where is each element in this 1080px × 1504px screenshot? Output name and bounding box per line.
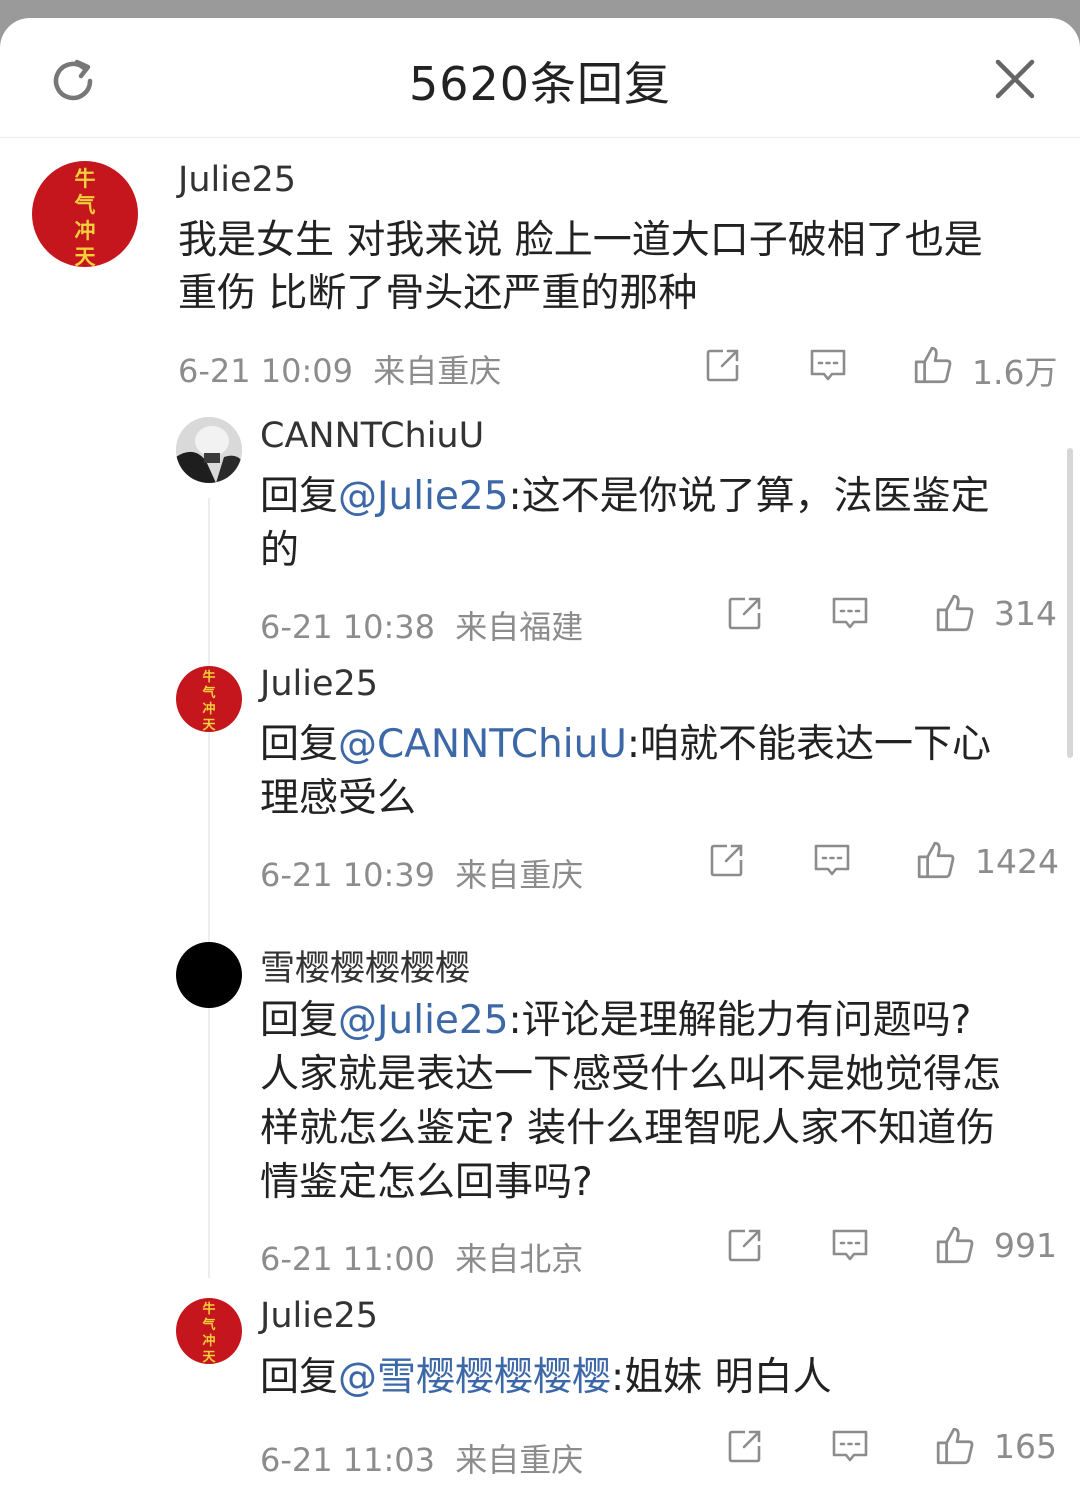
- reply-text-line: 的: [260, 528, 300, 573]
- like-count: 1.6万: [972, 353, 1058, 392]
- avatar-glyph: 天: [202, 1350, 216, 1364]
- thumbs-up-icon[interactable]: [934, 1224, 976, 1266]
- comment-icon[interactable]: [812, 840, 852, 880]
- reply-prefix: 回复: [260, 722, 339, 767]
- share-icon[interactable]: [725, 1426, 765, 1466]
- reply-text-line: 回复@Julie25:评论是理解能力有问题吗?: [260, 994, 971, 1047]
- sheet-header: 5620条回复: [0, 18, 1080, 138]
- username[interactable]: 雪樱樱樱樱樱: [260, 940, 470, 991]
- reply-text: :这不是你说了算，法医鉴定: [508, 474, 990, 519]
- avatar[interactable]: 牛 气 冲 天: [32, 161, 138, 267]
- location: 来自重庆: [373, 352, 502, 390]
- like-count: 991: [994, 1226, 1057, 1265]
- close-icon[interactable]: [990, 54, 1040, 104]
- reply-text-line: 人家就是表达一下感受什么叫不是她觉得怎: [260, 1052, 1002, 1097]
- username[interactable]: CANNTChiuU: [260, 416, 484, 456]
- timestamp: 6-21 11:00: [260, 1240, 436, 1278]
- reply-text: :评论是理解能力有问题吗?: [508, 998, 972, 1043]
- timestamp: 6-21 10:39: [260, 856, 436, 894]
- share-icon[interactable]: [725, 1225, 765, 1265]
- comment-time: 6-21 10:09 来自重庆: [178, 346, 501, 392]
- avatar[interactable]: 牛 气 冲 天: [176, 666, 242, 732]
- thumbs-up-icon[interactable]: [912, 344, 954, 386]
- page-title: 5620条回复: [408, 57, 672, 111]
- username[interactable]: Julie25: [178, 160, 296, 200]
- mention-link[interactable]: @Julie25: [338, 998, 509, 1043]
- thumbs-up-icon[interactable]: [934, 592, 976, 634]
- avatar[interactable]: [176, 942, 242, 1008]
- avatar-image: [176, 417, 242, 483]
- reply-text-line: 回复@CANNTChiuU:咱就不能表达一下心: [260, 718, 991, 771]
- username[interactable]: Julie25: [260, 664, 378, 704]
- reply-text-line: 情鉴定怎么回事吗?: [260, 1160, 593, 1205]
- avatar[interactable]: 牛 气 冲 天: [176, 1298, 242, 1364]
- reply-text: :咱就不能表达一下心: [626, 722, 991, 767]
- reply-prefix: 回复: [260, 1355, 339, 1400]
- share-icon[interactable]: [707, 840, 747, 880]
- reply-time: 6-21 10:39 来自重庆: [260, 850, 583, 896]
- reply-prefix: 回复: [260, 474, 339, 519]
- like-count: 314: [994, 594, 1057, 633]
- comment-icon[interactable]: [830, 1225, 870, 1265]
- location: 来自北京: [455, 1240, 584, 1278]
- like-count: 165: [994, 1427, 1057, 1466]
- reply-text-line: 回复@Julie25:这不是你说了算，法医鉴定: [260, 470, 990, 523]
- reply-time: 6-21 11:00 来自北京: [260, 1234, 583, 1280]
- timestamp: 6-21 10:09: [178, 352, 354, 390]
- comment-text-line: 我是女生 对我来说 脸上一道大口子破相了也是: [178, 218, 983, 263]
- thumbs-up-icon[interactable]: [934, 1425, 976, 1467]
- comment-text-line: 重伤 比断了骨头还严重的那种: [178, 271, 698, 316]
- reply-time: 6-21 11:03 来自重庆: [260, 1435, 583, 1481]
- thumbs-up-icon[interactable]: [915, 839, 957, 881]
- reply-text: :姐妹 明白人: [611, 1355, 832, 1400]
- avatar-glyph: 天: [202, 718, 216, 732]
- reply-text-line: 回复@雪樱樱樱樱樱:姐妹 明白人: [260, 1351, 832, 1404]
- location: 来自重庆: [455, 1441, 584, 1479]
- timestamp: 6-21 11:03: [260, 1441, 436, 1479]
- share-icon[interactable]: [703, 345, 743, 385]
- timestamp: 6-21 10:38: [260, 608, 436, 646]
- comment-icon[interactable]: [808, 345, 848, 385]
- reply-prefix: 回复: [260, 998, 339, 1043]
- replies-sheet: 5620条回复 牛 气 冲 天 Julie25 我是女生 对我来说 脸上一道大口…: [0, 18, 1080, 1504]
- comment-icon[interactable]: [830, 1426, 870, 1466]
- share-icon[interactable]: [725, 593, 765, 633]
- mention-link[interactable]: @Julie25: [338, 474, 509, 519]
- comment-icon[interactable]: [830, 593, 870, 633]
- reply-text-line: 样就怎么鉴定? 装什么理智呢人家不知道伤: [260, 1106, 996, 1151]
- avatar-glyph: 天: [74, 245, 96, 267]
- thread-line: [208, 498, 210, 1278]
- username[interactable]: Julie25: [260, 1296, 378, 1336]
- like-count: 1424: [975, 842, 1059, 881]
- avatar[interactable]: [176, 417, 242, 483]
- scrollbar[interactable]: [1067, 448, 1073, 758]
- location: 来自重庆: [455, 856, 584, 894]
- location: 来自福建: [455, 608, 584, 646]
- reply-text-line: 理感受么: [260, 776, 417, 821]
- mention-link[interactable]: @CANNTChiuU: [338, 722, 627, 767]
- mention-link[interactable]: @雪樱樱樱樱樱: [338, 1355, 611, 1400]
- reply-time: 6-21 10:38 来自福建: [260, 602, 583, 648]
